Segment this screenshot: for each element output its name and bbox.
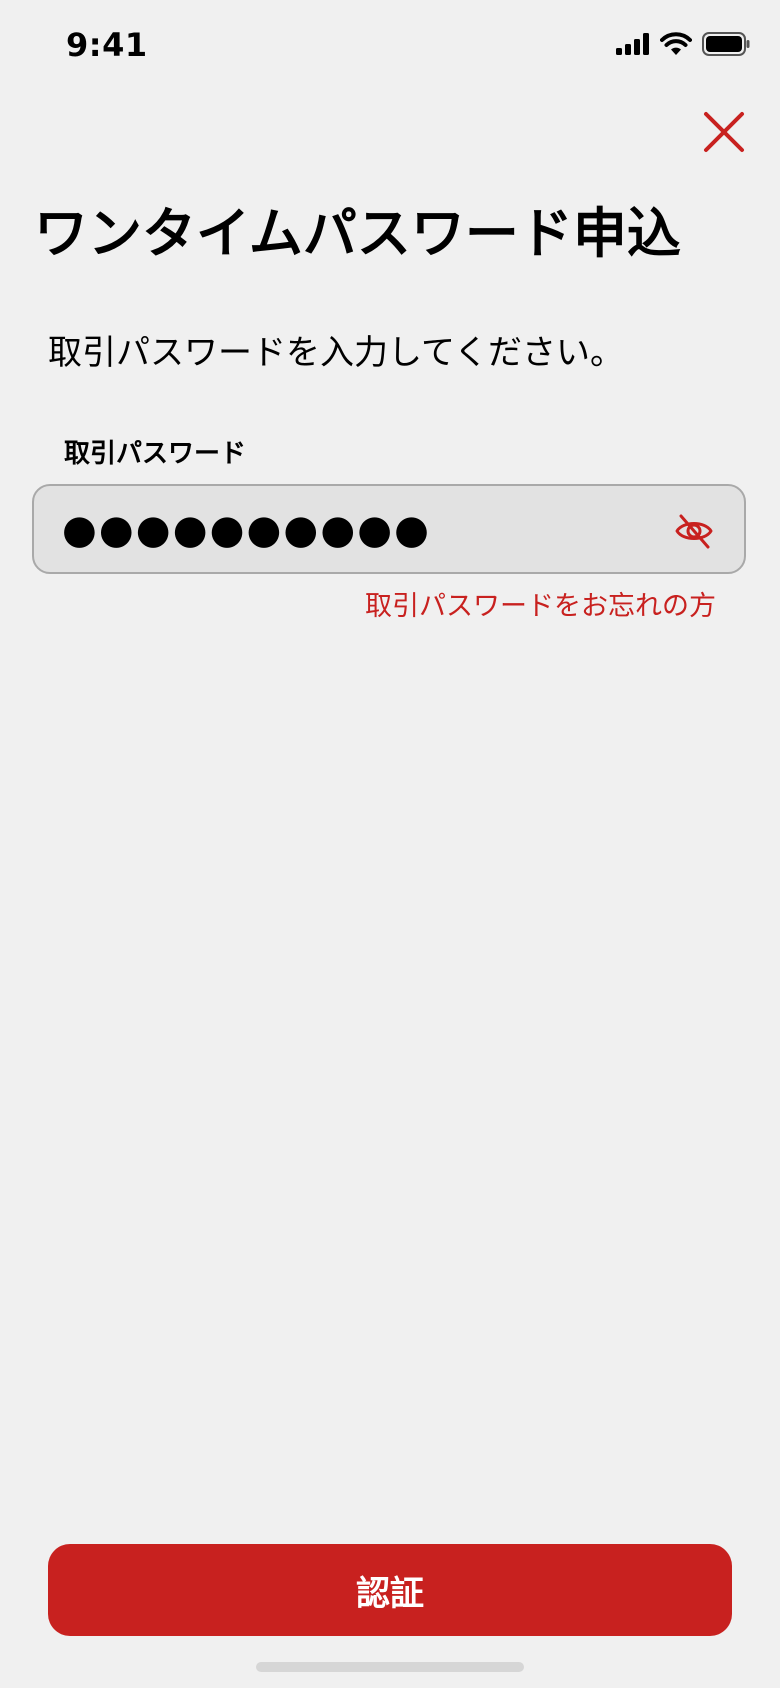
status-time: 9:41: [66, 26, 148, 64]
instruction-text: 取引パスワードを入力してください。: [48, 333, 624, 373]
password-input[interactable]: ●●●●●●●●●●: [32, 484, 746, 574]
close-button[interactable]: [700, 108, 748, 156]
password-visibility-toggle[interactable]: [674, 512, 714, 550]
wifi-icon: [660, 32, 692, 55]
authenticate-button[interactable]: 認証: [48, 1544, 732, 1636]
eye-slash-icon: [675, 514, 713, 549]
home-indicator: [256, 1662, 524, 1672]
password-label: 取引パスワード: [64, 439, 247, 469]
page-title: ワンタイムパスワード申込: [34, 202, 681, 265]
forgot-password-link[interactable]: 取引パスワードをお忘れの方: [365, 588, 716, 626]
status-bar: 9:41: [0, 0, 780, 92]
battery-icon: [702, 32, 750, 56]
cellular-signal-icon: [616, 33, 649, 55]
status-icons: [616, 32, 750, 56]
password-value: ●●●●●●●●●●: [62, 507, 432, 553]
close-icon: [704, 112, 744, 152]
